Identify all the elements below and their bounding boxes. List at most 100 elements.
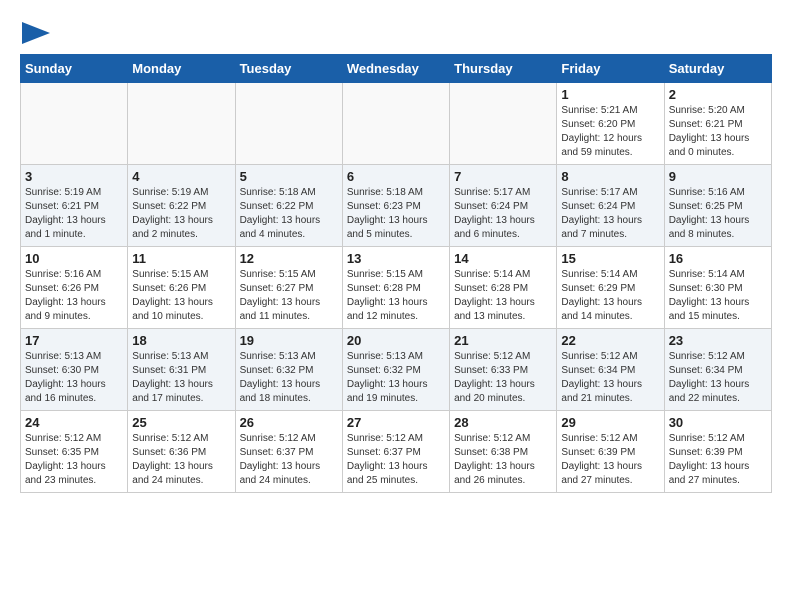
page-header bbox=[20, 20, 772, 44]
day-info: Sunrise: 5:12 AM Sunset: 6:39 PM Dayligh… bbox=[561, 432, 659, 488]
calendar-day: 16 Sunrise: 5:14 AM Sunset: 6:30 PM Dayli… bbox=[664, 247, 771, 329]
day-number: 2 bbox=[669, 87, 767, 102]
day-number: 15 bbox=[561, 251, 659, 266]
day-number: 18 bbox=[132, 333, 230, 348]
calendar-day: 26 Sunrise: 5:12 AM Sunset: 6:37 PM Dayli… bbox=[235, 411, 342, 493]
calendar-day: 15 Sunrise: 5:14 AM Sunset: 6:29 PM Dayli… bbox=[557, 247, 664, 329]
day-number: 3 bbox=[25, 169, 123, 184]
day-number: 6 bbox=[347, 169, 445, 184]
day-info: Sunrise: 5:16 AM Sunset: 6:26 PM Dayligh… bbox=[25, 268, 123, 324]
calendar-day: 23 Sunrise: 5:12 AM Sunset: 6:34 PM Dayli… bbox=[664, 329, 771, 411]
calendar-day bbox=[128, 83, 235, 165]
calendar-day: 4Sunrise: 5:19 AM Sunset: 6:22 PM Daylig… bbox=[128, 165, 235, 247]
calendar-header-row: SundayMondayTuesdayWednesdayThursdayFrid… bbox=[21, 55, 772, 83]
day-info: Sunrise: 5:12 AM Sunset: 6:38 PM Dayligh… bbox=[454, 432, 552, 488]
logo bbox=[20, 20, 50, 44]
day-number: 29 bbox=[561, 415, 659, 430]
calendar-day bbox=[450, 83, 557, 165]
day-info: Sunrise: 5:12 AM Sunset: 6:39 PM Dayligh… bbox=[669, 432, 767, 488]
weekday-header-tuesday: Tuesday bbox=[235, 55, 342, 83]
calendar-week-3: 10Sunrise: 5:16 AM Sunset: 6:26 PM Dayli… bbox=[21, 247, 772, 329]
day-number: 13 bbox=[347, 251, 445, 266]
day-number: 25 bbox=[132, 415, 230, 430]
calendar-day: 10Sunrise: 5:16 AM Sunset: 6:26 PM Dayli… bbox=[21, 247, 128, 329]
weekday-header-monday: Monday bbox=[128, 55, 235, 83]
calendar-day: 9 Sunrise: 5:16 AM Sunset: 6:25 PM Daylig… bbox=[664, 165, 771, 247]
calendar-day: 11 Sunrise: 5:15 AM Sunset: 6:26 PM Dayli… bbox=[128, 247, 235, 329]
calendar-day: 3 Sunrise: 5:19 AM Sunset: 6:21 PM Daylig… bbox=[21, 165, 128, 247]
day-info: Sunrise: 5:12 AM Sunset: 6:34 PM Dayligh… bbox=[561, 350, 659, 406]
day-info: Sunrise: 5:13 AM Sunset: 6:32 PM Dayligh… bbox=[240, 350, 338, 406]
day-number: 24 bbox=[25, 415, 123, 430]
calendar-day: 8 Sunrise: 5:17 AM Sunset: 6:24 PM Daylig… bbox=[557, 165, 664, 247]
calendar-week-4: 17 Sunrise: 5:13 AM Sunset: 6:30 PM Dayli… bbox=[21, 329, 772, 411]
day-number: 17 bbox=[25, 333, 123, 348]
calendar-day: 17 Sunrise: 5:13 AM Sunset: 6:30 PM Dayli… bbox=[21, 329, 128, 411]
day-number: 9 bbox=[669, 169, 767, 184]
day-number: 8 bbox=[561, 169, 659, 184]
day-number: 5 bbox=[240, 169, 338, 184]
day-number: 23 bbox=[669, 333, 767, 348]
calendar-day bbox=[21, 83, 128, 165]
day-number: 12 bbox=[240, 251, 338, 266]
calendar-day: 29 Sunrise: 5:12 AM Sunset: 6:39 PM Dayli… bbox=[557, 411, 664, 493]
calendar-day: 5 Sunrise: 5:18 AM Sunset: 6:22 PM Daylig… bbox=[235, 165, 342, 247]
calendar-day: 7Sunrise: 5:17 AM Sunset: 6:24 PM Daylig… bbox=[450, 165, 557, 247]
calendar-day: 2 Sunrise: 5:20 AM Sunset: 6:21 PM Daylig… bbox=[664, 83, 771, 165]
weekday-header-sunday: Sunday bbox=[21, 55, 128, 83]
day-number: 11 bbox=[132, 251, 230, 266]
calendar-day: 28 Sunrise: 5:12 AM Sunset: 6:38 PM Dayli… bbox=[450, 411, 557, 493]
day-info: Sunrise: 5:12 AM Sunset: 6:37 PM Dayligh… bbox=[347, 432, 445, 488]
day-number: 27 bbox=[347, 415, 445, 430]
calendar-day: 6 Sunrise: 5:18 AM Sunset: 6:23 PM Daylig… bbox=[342, 165, 449, 247]
day-info: Sunrise: 5:12 AM Sunset: 6:37 PM Dayligh… bbox=[240, 432, 338, 488]
weekday-header-thursday: Thursday bbox=[450, 55, 557, 83]
day-number: 28 bbox=[454, 415, 552, 430]
day-info: Sunrise: 5:12 AM Sunset: 6:34 PM Dayligh… bbox=[669, 350, 767, 406]
day-info: Sunrise: 5:19 AM Sunset: 6:21 PM Dayligh… bbox=[25, 186, 123, 242]
day-info: Sunrise: 5:16 AM Sunset: 6:25 PM Dayligh… bbox=[669, 186, 767, 242]
calendar-day: 19 Sunrise: 5:13 AM Sunset: 6:32 PM Dayli… bbox=[235, 329, 342, 411]
calendar-day: 18 Sunrise: 5:13 AM Sunset: 6:31 PM Dayli… bbox=[128, 329, 235, 411]
calendar-day: 21 Sunrise: 5:12 AM Sunset: 6:33 PM Dayli… bbox=[450, 329, 557, 411]
day-info: Sunrise: 5:21 AM Sunset: 6:20 PM Dayligh… bbox=[561, 104, 659, 160]
day-number: 21 bbox=[454, 333, 552, 348]
day-number: 19 bbox=[240, 333, 338, 348]
day-info: Sunrise: 5:20 AM Sunset: 6:21 PM Dayligh… bbox=[669, 104, 767, 160]
calendar-week-2: 3 Sunrise: 5:19 AM Sunset: 6:21 PM Daylig… bbox=[21, 165, 772, 247]
calendar-day: 1Sunrise: 5:21 AM Sunset: 6:20 PM Daylig… bbox=[557, 83, 664, 165]
day-number: 22 bbox=[561, 333, 659, 348]
day-info: Sunrise: 5:13 AM Sunset: 6:30 PM Dayligh… bbox=[25, 350, 123, 406]
day-info: Sunrise: 5:12 AM Sunset: 6:36 PM Dayligh… bbox=[132, 432, 230, 488]
logo-arrow-icon bbox=[22, 22, 50, 44]
day-info: Sunrise: 5:17 AM Sunset: 6:24 PM Dayligh… bbox=[561, 186, 659, 242]
day-number: 30 bbox=[669, 415, 767, 430]
calendar-day: 27 Sunrise: 5:12 AM Sunset: 6:37 PM Dayli… bbox=[342, 411, 449, 493]
day-info: Sunrise: 5:18 AM Sunset: 6:22 PM Dayligh… bbox=[240, 186, 338, 242]
calendar-week-5: 24 Sunrise: 5:12 AM Sunset: 6:35 PM Dayli… bbox=[21, 411, 772, 493]
day-info: Sunrise: 5:15 AM Sunset: 6:28 PM Dayligh… bbox=[347, 268, 445, 324]
day-number: 7 bbox=[454, 169, 552, 184]
calendar-table: SundayMondayTuesdayWednesdayThursdayFrid… bbox=[20, 54, 772, 493]
day-info: Sunrise: 5:13 AM Sunset: 6:31 PM Dayligh… bbox=[132, 350, 230, 406]
day-info: Sunrise: 5:14 AM Sunset: 6:29 PM Dayligh… bbox=[561, 268, 659, 324]
day-number: 20 bbox=[347, 333, 445, 348]
calendar-week-1: 1Sunrise: 5:21 AM Sunset: 6:20 PM Daylig… bbox=[21, 83, 772, 165]
day-info: Sunrise: 5:18 AM Sunset: 6:23 PM Dayligh… bbox=[347, 186, 445, 242]
day-info: Sunrise: 5:19 AM Sunset: 6:22 PM Dayligh… bbox=[132, 186, 230, 242]
calendar-day: 30 Sunrise: 5:12 AM Sunset: 6:39 PM Dayli… bbox=[664, 411, 771, 493]
calendar-day: 22 Sunrise: 5:12 AM Sunset: 6:34 PM Dayli… bbox=[557, 329, 664, 411]
weekday-header-friday: Friday bbox=[557, 55, 664, 83]
day-number: 14 bbox=[454, 251, 552, 266]
weekday-header-wednesday: Wednesday bbox=[342, 55, 449, 83]
day-info: Sunrise: 5:15 AM Sunset: 6:27 PM Dayligh… bbox=[240, 268, 338, 324]
day-info: Sunrise: 5:12 AM Sunset: 6:35 PM Dayligh… bbox=[25, 432, 123, 488]
day-info: Sunrise: 5:15 AM Sunset: 6:26 PM Dayligh… bbox=[132, 268, 230, 324]
day-info: Sunrise: 5:12 AM Sunset: 6:33 PM Dayligh… bbox=[454, 350, 552, 406]
day-number: 26 bbox=[240, 415, 338, 430]
day-info: Sunrise: 5:14 AM Sunset: 6:30 PM Dayligh… bbox=[669, 268, 767, 324]
calendar-day: 24 Sunrise: 5:12 AM Sunset: 6:35 PM Dayli… bbox=[21, 411, 128, 493]
day-number: 16 bbox=[669, 251, 767, 266]
day-info: Sunrise: 5:14 AM Sunset: 6:28 PM Dayligh… bbox=[454, 268, 552, 324]
weekday-header-saturday: Saturday bbox=[664, 55, 771, 83]
